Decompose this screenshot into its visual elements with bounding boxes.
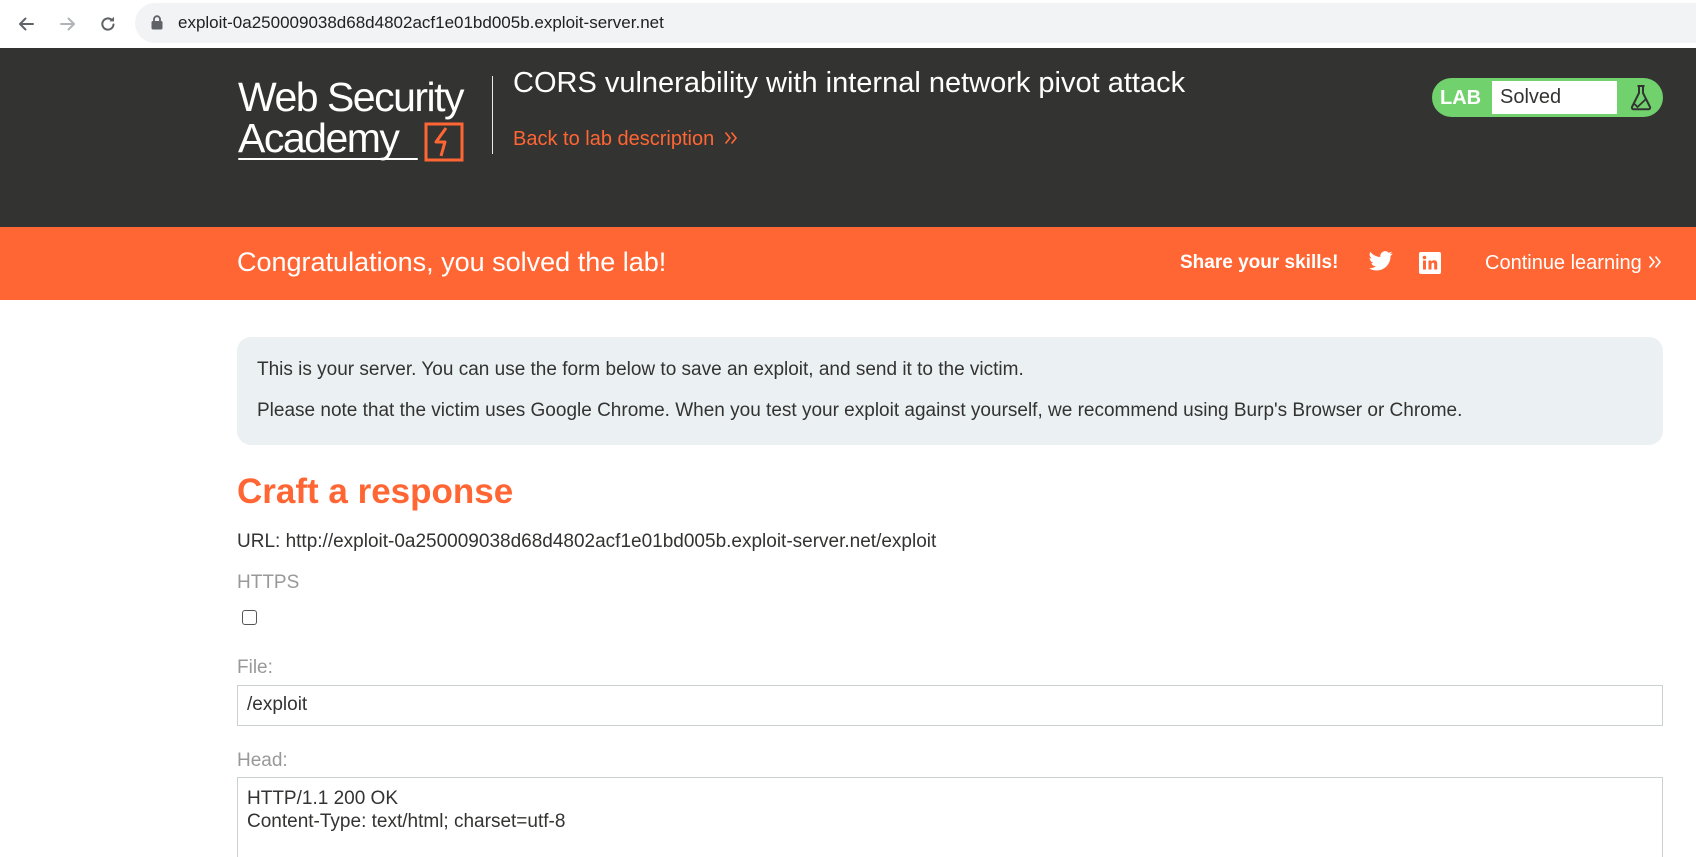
exploit-url-text: URL: http://exploit-0a250009038d68d4802a… bbox=[237, 531, 937, 552]
lab-status-widget: LAB Solved bbox=[1432, 78, 1663, 117]
info-text-line1: This is your server. You can use the for… bbox=[257, 359, 1024, 380]
lab-status-text: Solved bbox=[1500, 86, 1562, 108]
back-arrow-icon[interactable] bbox=[10, 8, 42, 40]
head-label: Head: bbox=[237, 750, 288, 771]
twitter-icon[interactable] bbox=[1369, 251, 1393, 276]
continue-learning-label: Continue learning bbox=[1485, 252, 1642, 274]
lab-title: CORS vulnerability with internal network… bbox=[513, 67, 1186, 99]
forward-arrow-icon[interactable] bbox=[52, 8, 84, 40]
back-to-lab-description-link[interactable]: Back to lab description bbox=[513, 128, 738, 151]
logo-line1: Web Security bbox=[238, 74, 465, 120]
address-bar[interactable]: exploit-0a250009038d68d4802acf1e01bd005b… bbox=[135, 3, 1696, 43]
file-label: File: bbox=[237, 657, 273, 678]
logo-line2: Academy bbox=[238, 115, 400, 161]
file-input[interactable]: /exploit bbox=[237, 685, 1663, 726]
double-chevron-right-icon bbox=[1648, 252, 1662, 275]
head-line: HTTP/1.1 200 OK bbox=[247, 788, 399, 809]
continue-learning-link[interactable]: Continue learning bbox=[1485, 252, 1662, 275]
congratulations-message: Congratulations, you solved the lab! bbox=[237, 247, 667, 277]
https-checkbox[interactable] bbox=[242, 610, 257, 625]
back-link-label: Back to lab description bbox=[513, 128, 715, 150]
craft-response-heading: Craft a response bbox=[237, 472, 514, 511]
congratulations-banner: Congratulations, you solved the lab! Sha… bbox=[0, 227, 1696, 300]
academy-header: Web Security Academy CORS vulnerability … bbox=[0, 48, 1696, 227]
head-line: Content-Type: text/html; charset=utf-8 bbox=[247, 811, 566, 832]
linkedin-icon[interactable] bbox=[1419, 252, 1441, 279]
https-label: HTTPS bbox=[237, 572, 300, 593]
browser-toolbar: exploit-0a250009038d68d4802acf1e01bd005b… bbox=[0, 0, 1696, 48]
address-bar-url[interactable]: exploit-0a250009038d68d4802acf1e01bd005b… bbox=[178, 13, 664, 33]
academy-logo-mark-icon bbox=[424, 122, 464, 167]
info-text-line2: Please note that the victim uses Google … bbox=[257, 400, 1463, 421]
share-skills-label: Share your skills! bbox=[1180, 252, 1339, 273]
header-divider bbox=[492, 76, 493, 154]
server-info-box: This is your server. You can use the for… bbox=[237, 337, 1663, 445]
web-security-academy-logo[interactable]: Web Security Academy bbox=[238, 74, 488, 164]
lock-icon bbox=[151, 15, 163, 35]
reload-icon[interactable] bbox=[92, 8, 124, 40]
double-chevron-right-icon bbox=[724, 128, 738, 151]
head-textarea[interactable]: HTTP/1.1 200 OK Content-Type: text/html;… bbox=[237, 777, 1663, 857]
logo-underline bbox=[238, 158, 418, 160]
flask-check-icon bbox=[1628, 84, 1654, 116]
lab-badge: LAB bbox=[1440, 87, 1482, 109]
